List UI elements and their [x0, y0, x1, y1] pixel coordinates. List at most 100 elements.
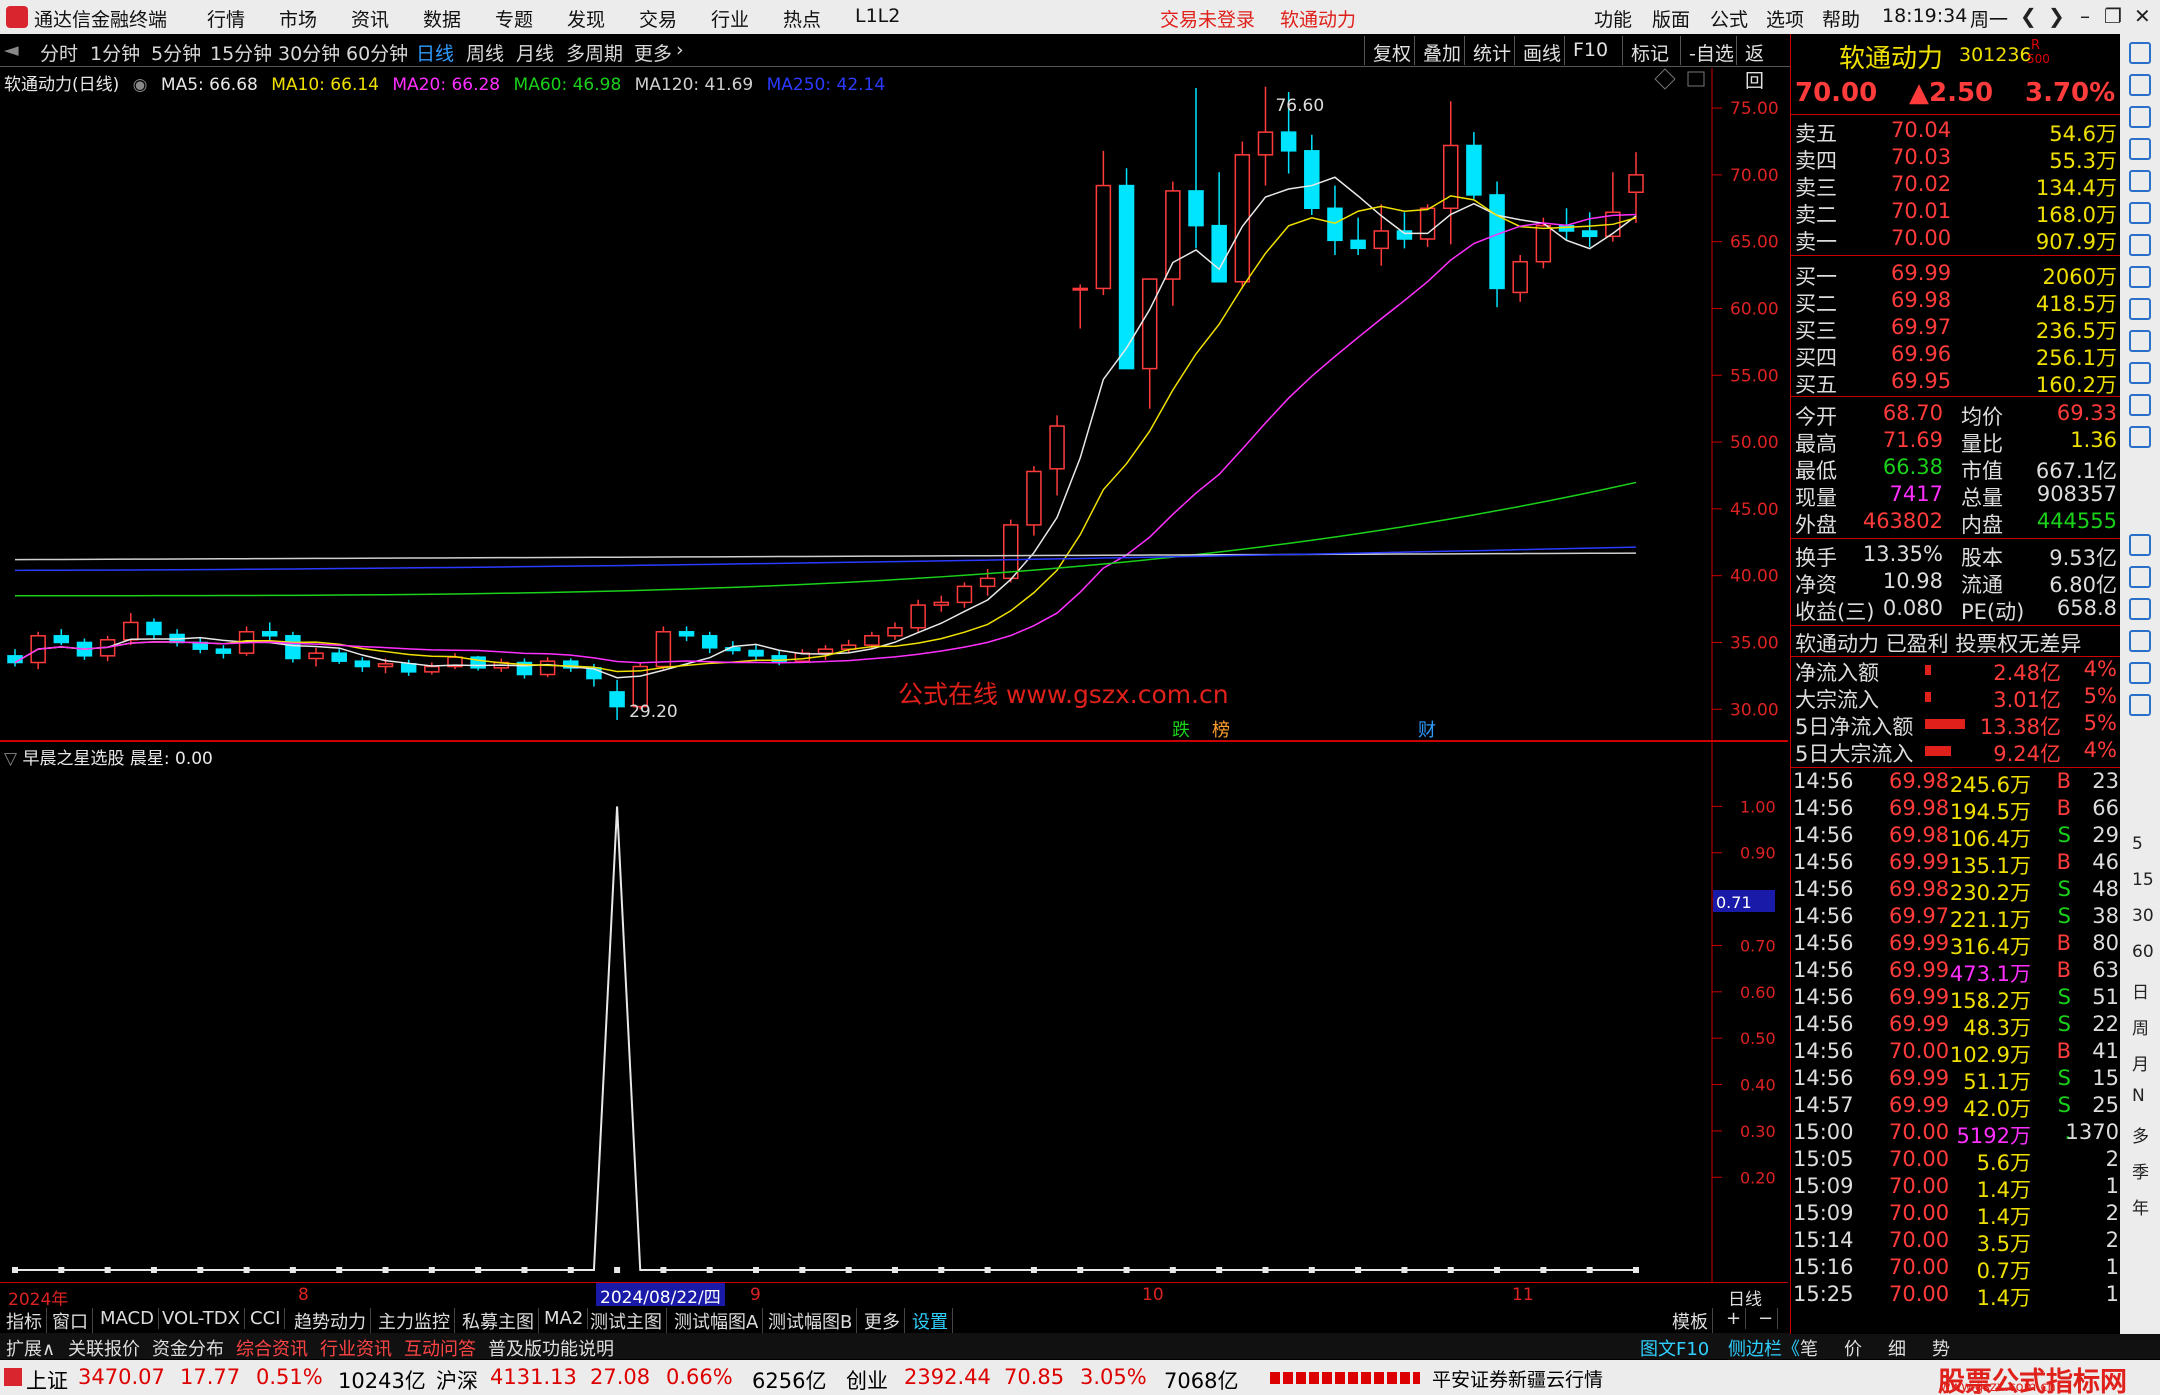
candle-body[interactable]: [979, 577, 996, 588]
tick-row[interactable]: 14:56 69.98 106.4万 S 29: [1791, 823, 2121, 851]
sidebar-up-icon[interactable]: [2129, 74, 2151, 96]
tab-settings[interactable]: 设置: [908, 1308, 953, 1334]
period-intraday[interactable]: 分时: [40, 39, 78, 66]
period-30min[interactable]: 30分钟: [278, 39, 340, 66]
sidebar-f10-icon[interactable]: [2129, 298, 2151, 320]
candle-body[interactable]: [609, 691, 625, 708]
chevron-right-icon[interactable]: ›: [676, 39, 684, 61]
tick-row[interactable]: 14:56 69.98 194.5万 B 66: [1791, 796, 2121, 824]
tab-remove[interactable]: −: [1754, 1308, 1779, 1329]
candle-body[interactable]: [956, 585, 973, 604]
tab-qa[interactable]: 互动问答: [400, 1335, 480, 1361]
bids-row[interactable]: 买二 69.98 418.5万: [1791, 288, 2121, 316]
tab-detail[interactable]: 细: [1884, 1335, 1910, 1361]
tab-sidebar[interactable]: 侧边栏《: [1724, 1335, 1804, 1361]
candle-body[interactable]: [53, 635, 70, 644]
candle-body[interactable]: [539, 660, 556, 676]
candle-body[interactable]: [1141, 278, 1158, 370]
tick-row[interactable]: 15:00 70.00 5192万. 1370: [1791, 1120, 2121, 1148]
asks-row[interactable]: 卖一 70.00 907.9万: [1791, 226, 2121, 254]
sidebar-chart-icon[interactable]: [2129, 202, 2151, 224]
tick-row[interactable]: 14:56 69.98 230.2万 S 48: [1791, 877, 2121, 905]
sidebar-period-1[interactable]: 15: [2132, 870, 2154, 890]
period-15min[interactable]: 15分钟: [210, 39, 272, 66]
tab-news[interactable]: 综合资讯: [232, 1335, 312, 1361]
tab-expand[interactable]: 扩展∧: [2, 1335, 59, 1361]
forward-icon[interactable]: ❯: [2048, 4, 2065, 28]
tool-overlay[interactable]: 叠加: [1414, 36, 1469, 65]
tag-finance[interactable]: 财: [1418, 720, 1436, 740]
menu-options[interactable]: 选项: [1766, 5, 1804, 32]
sidebar-calendar-icon[interactable]: [2129, 266, 2151, 288]
period-multi[interactable]: 多周期: [566, 39, 623, 66]
tag-drop[interactable]: 跌: [1172, 720, 1190, 740]
candle-body[interactable]: [400, 663, 417, 673]
candle-body[interactable]: [1095, 184, 1112, 290]
sidebar-period-10[interactable]: 年: [2132, 1194, 2149, 1219]
candle-body[interactable]: [1373, 230, 1390, 250]
candle-body[interactable]: [1165, 190, 1181, 280]
candle-body[interactable]: [215, 648, 232, 654]
tab-window[interactable]: 窗口: [48, 1308, 93, 1334]
tab-fund-dist[interactable]: 资金分布: [148, 1335, 228, 1361]
indicator-chart[interactable]: 1.000.900.800.700.600.500.400.300.20 0.7…: [0, 742, 1788, 1282]
sidebar-period-0[interactable]: 5: [2132, 834, 2143, 854]
tool-adjust[interactable]: 复权: [1364, 36, 1419, 65]
menu-topics[interactable]: 专题: [495, 5, 533, 32]
tool-mark[interactable]: 标记: [1622, 36, 1677, 65]
tick-row[interactable]: 14:57 69.99 42.0万 S 25: [1791, 1093, 2121, 1121]
tick-row[interactable]: 14:56 70.00 102.9万 B 41: [1791, 1039, 2121, 1067]
sidebar-period-7[interactable]: N: [2132, 1086, 2145, 1106]
candle-body[interactable]: [1396, 230, 1413, 240]
sidebar-period-3[interactable]: 60: [2132, 942, 2154, 962]
tab-add[interactable]: +: [1722, 1308, 1747, 1329]
candle-body[interactable]: [146, 621, 162, 636]
tab-industry-news[interactable]: 行业资讯: [316, 1335, 396, 1361]
tool-watchlist[interactable]: -自选: [1680, 36, 1742, 65]
candle-body[interactable]: [1026, 470, 1042, 526]
candle-body[interactable]: [1350, 239, 1366, 250]
period-60min[interactable]: 60分钟: [346, 39, 408, 66]
tab-cci[interactable]: CCI: [246, 1308, 286, 1329]
candle-body[interactable]: [331, 652, 347, 662]
asks-row[interactable]: 卖四 70.03 55.3万: [1791, 145, 2121, 173]
bids-row[interactable]: 买四 69.96 256.1万: [1791, 342, 2121, 370]
tab-test-b[interactable]: 测试幅图B: [764, 1308, 858, 1334]
restore-icon[interactable]: ❐: [2104, 4, 2122, 28]
sidebar-doc-icon[interactable]: [2129, 362, 2151, 384]
candle-body[interactable]: [1072, 287, 1088, 291]
tick-row[interactable]: 15:14 70.00 3.5万 2: [1791, 1228, 2121, 1256]
menu-data[interactable]: 数据: [423, 5, 461, 32]
candle-body[interactable]: [748, 649, 764, 657]
period-monthly[interactable]: 月线: [516, 39, 554, 66]
tab-indicator[interactable]: 指标: [2, 1308, 47, 1334]
sidebar-back-icon[interactable]: [2129, 42, 2151, 64]
tab-vol[interactable]: VOL-TDX: [158, 1308, 245, 1329]
panel-icon[interactable]: [1687, 71, 1705, 87]
sidebar-down-icon[interactable]: [2129, 106, 2151, 128]
minimize-icon[interactable]: –: [2080, 4, 2090, 28]
candle-body[interactable]: [1257, 131, 1274, 156]
candle-body[interactable]: [1327, 207, 1343, 242]
tab-price[interactable]: 价: [1840, 1335, 1866, 1361]
bids-row[interactable]: 买一 69.99 2060万: [1791, 261, 2121, 289]
menu-help[interactable]: 帮助: [1822, 5, 1860, 32]
tab-test-a[interactable]: 测试幅图A: [670, 1308, 764, 1334]
trade-login-alert[interactable]: 交易未登录: [1160, 5, 1255, 32]
menu-news[interactable]: 资讯: [351, 5, 389, 32]
period-weekly[interactable]: 周线: [466, 39, 504, 66]
sidebar-list-icon[interactable]: [2129, 138, 2151, 160]
candle-body[interactable]: [424, 665, 440, 673]
candle-body[interactable]: [864, 635, 880, 646]
asks-row[interactable]: 卖三 70.02 134.4万: [1791, 172, 2121, 200]
tick-row[interactable]: 14:56 69.99 135.1万 B 46: [1791, 850, 2121, 878]
collapse-icon[interactable]: ◄: [4, 39, 19, 61]
candle-body[interactable]: [1489, 194, 1505, 290]
candle-body[interactable]: [123, 621, 139, 641]
candle-body[interactable]: [817, 648, 834, 654]
asks-row[interactable]: 卖五 70.04 54.6万: [1791, 118, 2121, 146]
menu-function[interactable]: 功能: [1594, 5, 1632, 32]
candle-body[interactable]: [910, 604, 926, 629]
asks-row[interactable]: 卖二 70.01 168.0万: [1791, 199, 2121, 227]
candle-body[interactable]: [701, 635, 718, 649]
